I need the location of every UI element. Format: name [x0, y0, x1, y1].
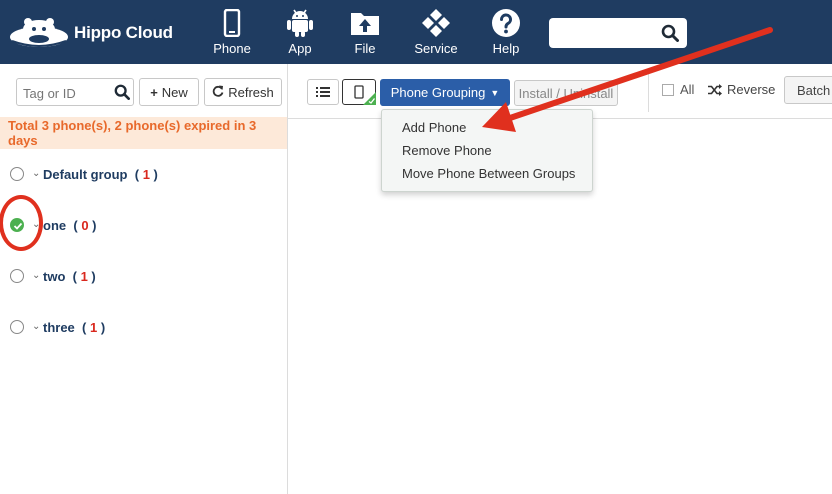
phone-grouping-label: Phone Grouping: [390, 85, 486, 100]
android-icon: [287, 9, 313, 37]
group-row-default[interactable]: ⌄ Default group ( 1 ): [0, 160, 287, 188]
nav-label: Phone: [213, 41, 251, 56]
nav-help[interactable]: Help: [471, 8, 541, 60]
expiry-notice: Total 3 phone(s), 2 phone(s) expired in …: [0, 117, 287, 149]
refresh-button[interactable]: Refresh: [204, 78, 282, 106]
plus-icon: +: [150, 84, 158, 100]
app-name: Hippo Cloud: [74, 23, 173, 42]
group-count: ( 1 ): [69, 268, 96, 284]
service-diamond-icon: [422, 9, 450, 37]
logo[interactable]: Hippo Cloud: [8, 17, 173, 49]
chevron-down-icon[interactable]: ⌄: [32, 270, 40, 281]
question-circle-icon: [492, 9, 520, 37]
chevron-down-icon[interactable]: ⌄: [32, 168, 40, 179]
phone-grouping-dropdown: Add Phone Remove Phone Move Phone Betwee…: [381, 109, 593, 192]
tag-search-input[interactable]: [21, 82, 113, 104]
chevron-down-icon[interactable]: ⌄: [32, 321, 40, 332]
tag-search-box: [16, 78, 134, 106]
nav-phone[interactable]: Phone: [197, 8, 267, 60]
top-search-box: [549, 18, 687, 48]
top-navbar: Hippo Cloud Phone App File Service Help: [0, 0, 832, 64]
phone-icon: [223, 9, 241, 37]
group-row-three[interactable]: ⌄ three ( 1 ): [0, 313, 287, 341]
phone-grouping-button[interactable]: Phone Grouping ▼: [380, 79, 510, 106]
reverse-selection-button[interactable]: Reverse: [708, 82, 775, 97]
list-view-button[interactable]: [307, 79, 339, 105]
check-corner-icon: [363, 92, 376, 105]
refresh-icon: [212, 85, 224, 100]
group-name: two: [43, 268, 66, 284]
new-group-button[interactable]: + New: [139, 78, 199, 106]
menu-item-remove-phone[interactable]: Remove Phone: [402, 143, 492, 158]
group-name: Default group: [43, 166, 128, 182]
phone-view-button[interactable]: [342, 79, 376, 105]
refresh-button-label: Refresh: [228, 84, 274, 100]
shuffle-icon: [708, 83, 722, 96]
list-icon: [316, 87, 330, 97]
group-radio[interactable]: [10, 320, 24, 334]
hippo-logo-icon: [10, 18, 68, 47]
menu-item-add-phone[interactable]: Add Phone: [402, 120, 466, 135]
group-sidebar: + New Refresh Total 3 phone(s), 2 phone(…: [0, 64, 288, 494]
group-name: three: [43, 319, 75, 335]
group-radio[interactable]: [10, 167, 24, 181]
group-count: ( 0 ): [69, 217, 97, 233]
upload-folder-icon: [351, 13, 379, 35]
group-count: ( 1 ): [131, 166, 158, 182]
group-row-one[interactable]: ⌄ one ( 0 ): [0, 211, 287, 239]
nav-file[interactable]: File: [330, 8, 400, 60]
search-icon[interactable]: [114, 84, 130, 105]
nav-label: File: [354, 41, 376, 56]
checkbox-box[interactable]: [662, 83, 674, 96]
top-search-input[interactable]: [555, 22, 659, 46]
annotation-highlight-ring: [0, 195, 43, 251]
new-button-label: New: [161, 84, 188, 100]
group-row-two[interactable]: ⌄ two ( 1 ): [0, 262, 287, 290]
group-count: ( 1 ): [78, 319, 106, 335]
menu-item-move-phone[interactable]: Move Phone Between Groups: [402, 166, 575, 181]
caret-down-icon: ▼: [490, 87, 500, 98]
group-radio[interactable]: [10, 269, 24, 283]
group-name: one: [43, 217, 67, 233]
reverse-label: Reverse: [727, 82, 776, 97]
nav-label: App: [288, 41, 312, 56]
toolbar-divider: [648, 74, 649, 112]
nav-label: Help: [492, 41, 520, 56]
batch-button[interactable]: Batch: [784, 76, 832, 104]
select-all-label: All: [680, 82, 695, 97]
install-uninstall-button[interactable]: Install / Uninstall: [514, 80, 618, 106]
search-icon[interactable]: [661, 24, 679, 47]
nav-app[interactable]: App: [265, 8, 335, 60]
nav-service[interactable]: Service: [401, 8, 471, 60]
nav-label: Service: [414, 41, 458, 56]
select-all-checkbox[interactable]: All: [662, 82, 694, 97]
